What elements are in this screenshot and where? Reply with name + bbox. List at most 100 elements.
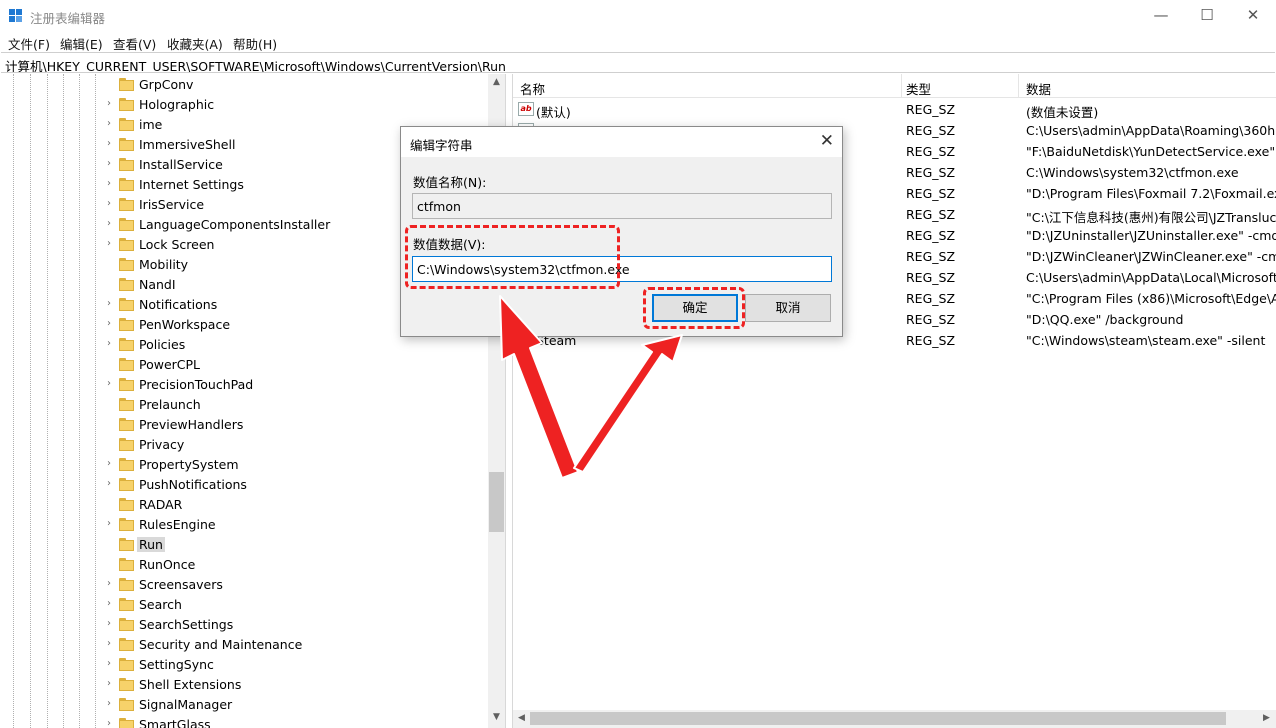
value-data: "F:\BaiduNetdisk\YunDetectService.exe" (1026, 144, 1276, 159)
value-type: REG_SZ (906, 165, 956, 180)
chevron-right-icon[interactable]: › (107, 698, 115, 709)
chevron-right-icon[interactable]: › (107, 478, 115, 489)
chevron-right-icon[interactable]: › (107, 578, 115, 589)
tree-item-label: IrisService (139, 197, 205, 212)
list-row[interactable]: ab (默认) REG_SZ (数值未设置) (513, 100, 1276, 121)
value-data: C:\Users\admin\AppData\Roaming\360huabao… (1026, 123, 1276, 138)
tree-item[interactable]: › Search (0, 595, 488, 615)
chevron-right-icon[interactable]: › (107, 158, 115, 169)
tree-item[interactable]: › PushNotifications (0, 475, 488, 495)
dialog-title: 编辑字符串 (410, 138, 473, 153)
folder-icon (119, 698, 134, 711)
value-data: "D:\JZWinCleaner\JZWinCleaner.exe" -cmd=… (1026, 249, 1276, 264)
tree-item[interactable]: › SmartGlass (0, 715, 488, 728)
tree-item-label: Search (139, 597, 182, 612)
tree-item[interactable]: Prelaunch (0, 395, 488, 415)
title-bar: 注册表编辑器 — ☐ ✕ (0, 0, 1276, 32)
value-type: REG_SZ (906, 249, 956, 264)
chevron-right-icon[interactable]: › (107, 298, 115, 309)
chevron-right-icon[interactable]: › (107, 318, 115, 329)
folder-icon (119, 158, 134, 171)
folder-icon (119, 78, 134, 91)
chevron-right-icon[interactable]: › (107, 638, 115, 649)
chevron-right-icon[interactable]: › (107, 138, 115, 149)
scroll-down-icon[interactable]: ▼ (488, 712, 505, 722)
chevron-right-icon[interactable]: › (107, 678, 115, 689)
tree-item-label: Run (137, 537, 165, 552)
dialog-close-icon[interactable]: ✕ (820, 131, 834, 151)
column-data[interactable]: 数据 (1026, 79, 1051, 98)
folder-icon (119, 438, 134, 451)
tree-item-label: PropertySystem (139, 457, 239, 472)
address-bar[interactable]: 计算机\HKEY_CURRENT_USER\SOFTWARE\Microsoft… (1, 52, 1275, 73)
folder-icon (119, 538, 134, 551)
tree-item[interactable]: GrpConv (0, 75, 488, 95)
maximize-button[interactable]: ☐ (1184, 0, 1230, 32)
tree-item[interactable]: Privacy (0, 435, 488, 455)
folder-icon (119, 718, 134, 728)
list-scroll-thumb[interactable] (530, 712, 1226, 725)
value-name-label: 数值名称(N): (413, 175, 487, 190)
chevron-right-icon[interactable]: › (107, 518, 115, 529)
folder-icon (119, 278, 134, 291)
chevron-right-icon[interactable]: › (107, 458, 115, 469)
tree-item[interactable]: › SettingSync (0, 655, 488, 675)
tree-item[interactable]: › RulesEngine (0, 515, 488, 535)
folder-icon (119, 598, 134, 611)
chevron-right-icon[interactable]: › (107, 118, 115, 129)
chevron-right-icon[interactable]: › (107, 598, 115, 609)
tree-item[interactable]: › SignalManager (0, 695, 488, 715)
chevron-right-icon[interactable]: › (107, 98, 115, 109)
chevron-right-icon[interactable]: › (107, 218, 115, 229)
column-name[interactable]: 名称 (520, 79, 545, 98)
scroll-right-icon[interactable]: ▶ (1258, 713, 1275, 723)
tree-item-label: PreviewHandlers (139, 417, 244, 432)
scroll-up-icon[interactable]: ▲ (488, 77, 505, 87)
tree-item[interactable]: › Holographic (0, 95, 488, 115)
tree-item[interactable]: RunOnce (0, 555, 488, 575)
minimize-button[interactable]: — (1138, 0, 1184, 32)
folder-icon (119, 298, 134, 311)
tree-item-label: InstallService (139, 157, 223, 172)
tree-item[interactable]: › Shell Extensions (0, 675, 488, 695)
menu-file[interactable]: 文件(F) (8, 34, 50, 53)
value-data: "D:\Program Files\Foxmail 7.2\Foxmail.ex… (1026, 186, 1276, 201)
tree-item[interactable]: › Policies (0, 335, 488, 355)
folder-icon (119, 658, 134, 671)
folder-icon (119, 258, 134, 271)
chevron-right-icon[interactable]: › (107, 378, 115, 389)
chevron-right-icon[interactable]: › (107, 198, 115, 209)
tree-item[interactable]: › Security and Maintenance (0, 635, 488, 655)
chevron-right-icon[interactable]: › (107, 658, 115, 669)
tree-item[interactable]: › Screensavers (0, 575, 488, 595)
tree-item-label: Policies (139, 337, 186, 352)
value-data: (数值未设置) (1026, 105, 1099, 120)
cancel-button[interactable]: 取消 (745, 294, 831, 322)
chevron-right-icon[interactable]: › (107, 338, 115, 349)
chevron-right-icon[interactable]: › (107, 618, 115, 629)
tree-scroll-thumb[interactable] (489, 472, 504, 532)
folder-icon (119, 138, 134, 151)
column-type[interactable]: 类型 (906, 79, 931, 98)
tree-item[interactable]: › SearchSettings (0, 615, 488, 635)
close-button[interactable]: ✕ (1230, 0, 1276, 32)
value-type: REG_SZ (906, 186, 956, 201)
menu-edit[interactable]: 编辑(E) (60, 34, 103, 53)
folder-icon (119, 558, 134, 571)
folder-icon (119, 378, 134, 391)
tree-item[interactable]: PowerCPL (0, 355, 488, 375)
menu-favorites[interactable]: 收藏夹(A) (167, 34, 223, 53)
menu-help[interactable]: 帮助(H) (233, 34, 277, 53)
scroll-left-icon[interactable]: ◀ (513, 713, 530, 723)
chevron-right-icon[interactable]: › (107, 238, 115, 249)
menu-view[interactable]: 查看(V) (113, 34, 156, 53)
chevron-right-icon[interactable]: › (107, 178, 115, 189)
tree-item[interactable]: Run (0, 535, 488, 555)
tree-item[interactable]: PreviewHandlers (0, 415, 488, 435)
tree-item[interactable]: RADAR (0, 495, 488, 515)
tree-item[interactable]: › PrecisionTouchPad (0, 375, 488, 395)
chevron-right-icon[interactable]: › (107, 718, 115, 728)
tree-item[interactable]: › PropertySystem (0, 455, 488, 475)
folder-icon (119, 678, 134, 691)
list-horizontal-scrollbar[interactable]: ◀ ▶ (513, 710, 1276, 728)
